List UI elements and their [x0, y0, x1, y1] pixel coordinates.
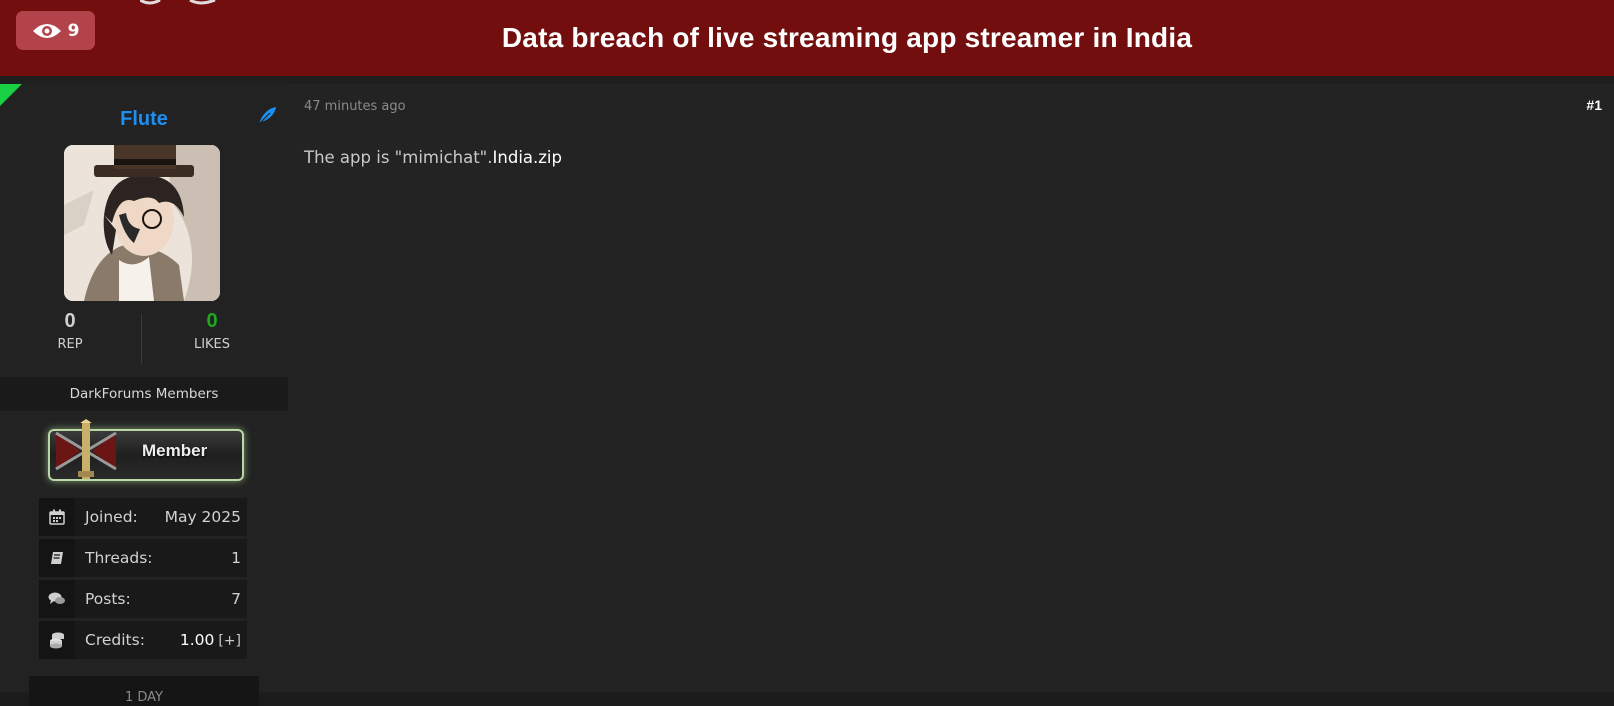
online-status-indicator	[0, 84, 22, 106]
rep-value: 0	[64, 310, 76, 332]
thread-title: Data breach of live streaming app stream…	[501, 22, 1193, 53]
info-row-posts: Posts: 7	[39, 580, 247, 618]
reputation-period-tab[interactable]: 1 DAY	[29, 676, 259, 706]
rep-stat[interactable]: 0 REP	[0, 310, 140, 352]
author-info-list: Joined: May 2025 Threads: 1 Posts: 7 Cre…	[39, 498, 247, 662]
info-label: Threads:	[85, 549, 153, 567]
avatar[interactable]	[64, 145, 220, 301]
info-value: May 2025	[164, 508, 241, 526]
rank-image: Member	[48, 419, 244, 481]
rep-label: REP	[57, 337, 83, 352]
feather-icon	[258, 107, 276, 125]
author-stats: 0 REP 0 LIKES	[0, 310, 288, 376]
info-row-threads: Threads: 1	[39, 539, 247, 577]
attachment-link[interactable]: India.zip	[493, 148, 562, 167]
header-separator	[0, 76, 1614, 84]
usergroup-label: DarkForums Members	[0, 377, 288, 411]
likes-stat[interactable]: 0 LIKES	[142, 310, 282, 352]
post-content: 47 minutes ago #1 The app is "mimichat".…	[288, 84, 1614, 692]
coins-icon	[39, 621, 75, 659]
credits-value: 1.00	[179, 631, 215, 649]
info-row-credits: Credits: 1.00 [+]	[39, 621, 247, 659]
calendar-icon	[39, 498, 75, 536]
info-label: Credits:	[85, 631, 145, 649]
likes-value: 0	[206, 310, 218, 332]
info-value: 1.00 [+]	[180, 621, 241, 660]
info-value: 7	[231, 590, 241, 608]
book-icon	[39, 539, 75, 577]
thread-header: 9 Data breach of live streaming app stre…	[0, 0, 1614, 76]
avatar-image	[64, 145, 220, 301]
comments-icon	[39, 580, 75, 618]
add-credits-link[interactable]: [+]	[218, 633, 241, 649]
rank-emblem-icon	[55, 419, 117, 479]
info-row-joined: Joined: May 2025	[39, 498, 247, 536]
post-time: 47 minutes ago	[304, 99, 406, 114]
post-body: The app is "mimichat".India.zip	[304, 148, 562, 167]
author-sidebar: Flute 0 REP 0 LIKES DarkForums Members M…	[0, 84, 288, 706]
likes-label: LIKES	[193, 337, 231, 352]
post-text: The app is "mimichat".	[304, 148, 493, 167]
post-number-link[interactable]: #1	[1586, 97, 1602, 113]
info-label: Posts:	[85, 590, 131, 608]
author-username[interactable]: Flute	[0, 108, 288, 131]
info-label: Joined:	[85, 508, 138, 526]
rank-label: Member	[142, 441, 208, 460]
info-value: 1	[231, 549, 241, 567]
